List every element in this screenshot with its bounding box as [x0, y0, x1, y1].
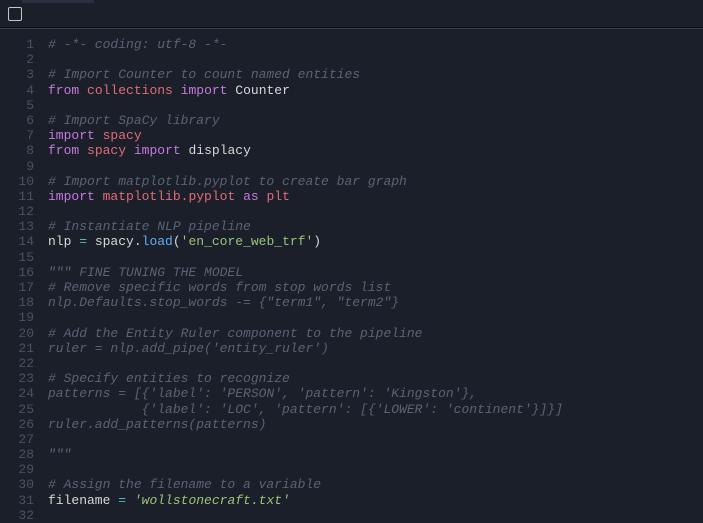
code-line[interactable] — [48, 98, 703, 113]
line-number: 16 — [8, 265, 34, 280]
file-tab[interactable]: ner.py × — [22, 0, 94, 3]
code-line[interactable]: """ FINE TUNING THE MODEL — [48, 265, 703, 280]
line-number: 1 — [8, 37, 34, 52]
code-line[interactable]: # Add the Entity Ruler component to the … — [48, 326, 703, 341]
code-line[interactable]: from collections import Counter — [48, 83, 703, 98]
titlebar: ner.py × — [0, 0, 703, 28]
code-line[interactable] — [48, 462, 703, 477]
code-line[interactable] — [48, 159, 703, 174]
line-number: 20 — [8, 326, 34, 341]
code-area[interactable]: # -*- coding: utf-8 -*- # Import Counter … — [48, 29, 703, 518]
line-number-gutter: 1234567891011121314151617181920212223242… — [0, 29, 48, 518]
line-number: 32 — [8, 508, 34, 523]
code-line[interactable]: # -*- coding: utf-8 -*- — [48, 37, 703, 52]
line-number: 19 — [8, 310, 34, 325]
line-number: 11 — [8, 189, 34, 204]
line-number: 6 — [8, 113, 34, 128]
line-number: 15 — [8, 250, 34, 265]
line-number: 7 — [8, 128, 34, 143]
line-number: 21 — [8, 341, 34, 356]
code-line[interactable] — [48, 432, 703, 447]
code-line[interactable] — [48, 310, 703, 325]
line-number: 2 — [8, 52, 34, 67]
code-line[interactable]: """ — [48, 447, 703, 462]
app-icon — [8, 7, 22, 21]
editor: 1234567891011121314151617181920212223242… — [0, 28, 703, 518]
line-number: 29 — [8, 462, 34, 477]
code-line[interactable]: # Remove specific words from stop words … — [48, 280, 703, 295]
code-line[interactable] — [48, 356, 703, 371]
line-number: 25 — [8, 402, 34, 417]
line-number: 4 — [8, 83, 34, 98]
line-number: 27 — [8, 432, 34, 447]
code-line[interactable]: # Assign the filename to a variable — [48, 477, 703, 492]
line-number: 22 — [8, 356, 34, 371]
line-number: 3 — [8, 67, 34, 82]
line-number: 17 — [8, 280, 34, 295]
code-line[interactable]: # Import SpaCy library — [48, 113, 703, 128]
code-line[interactable]: patterns = [{'label': 'PERSON', 'pattern… — [48, 386, 703, 401]
code-line[interactable]: ruler.add_patterns(patterns) — [48, 417, 703, 432]
code-line[interactable]: nlp.Defaults.stop_words -= {"term1", "te… — [48, 295, 703, 310]
code-line[interactable]: import matplotlib.pyplot as plt — [48, 189, 703, 204]
code-line[interactable]: from spacy import displacy — [48, 143, 703, 158]
code-line[interactable]: ruler = nlp.add_pipe('entity_ruler') — [48, 341, 703, 356]
line-number: 10 — [8, 174, 34, 189]
code-line[interactable] — [48, 508, 703, 523]
line-number: 14 — [8, 234, 34, 249]
code-line[interactable] — [48, 250, 703, 265]
code-line[interactable]: filename = 'wollstonecraft.txt' — [48, 493, 703, 508]
code-line[interactable] — [48, 52, 703, 67]
line-number: 31 — [8, 493, 34, 508]
code-line[interactable]: nlp = spacy.load('en_core_web_trf') — [48, 234, 703, 249]
line-number: 23 — [8, 371, 34, 386]
line-number: 13 — [8, 219, 34, 234]
code-line[interactable]: # Instantiate NLP pipeline — [48, 219, 703, 234]
line-number: 26 — [8, 417, 34, 432]
line-number: 5 — [8, 98, 34, 113]
code-line[interactable]: # Import matplotlib.pyplot to create bar… — [48, 174, 703, 189]
line-number: 9 — [8, 159, 34, 174]
line-number: 12 — [8, 204, 34, 219]
code-line[interactable] — [48, 204, 703, 219]
line-number: 28 — [8, 447, 34, 462]
code-line[interactable]: # Specify entities to recognize — [48, 371, 703, 386]
line-number: 8 — [8, 143, 34, 158]
line-number: 18 — [8, 295, 34, 310]
code-line[interactable]: # Import Counter to count named entities — [48, 67, 703, 82]
code-line[interactable]: {'label': 'LOC', 'pattern': [{'LOWER': '… — [48, 402, 703, 417]
line-number: 24 — [8, 386, 34, 401]
line-number: 30 — [8, 477, 34, 492]
code-line[interactable]: import spacy — [48, 128, 703, 143]
